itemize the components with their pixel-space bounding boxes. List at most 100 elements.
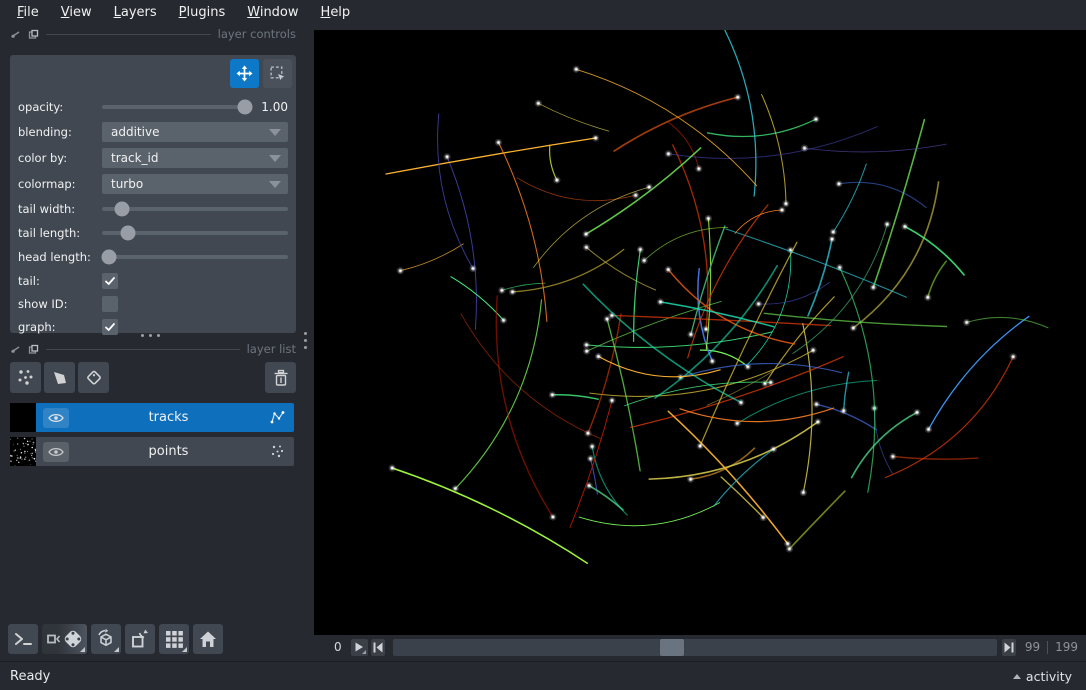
head-length-row: head length: [18,245,288,269]
blending-value: additive [111,125,159,139]
new-labels-layer-button[interactable] [78,362,109,393]
visibility-toggle[interactable] [43,408,69,428]
2d-3d-toggle-icon [46,628,84,650]
graph-label: graph: [18,320,102,334]
float-panel-icon[interactable] [28,344,39,355]
layer-list-titlebar: layer list [10,342,296,356]
hide-panel-icon[interactable] [10,344,21,355]
color-by-row: color by: track_id [18,145,288,171]
layer-controls-titlebar: layer controls [10,27,296,41]
frame-counter: 99 199 [1025,640,1078,654]
opacity-slider[interactable] [102,105,252,109]
opacity-label: opacity: [18,100,102,114]
frame-counter-divider [1047,641,1048,654]
tail-length-slider[interactable] [102,231,288,235]
new-shapes-layer-button[interactable] [44,362,75,393]
blending-row: blending: additive [18,119,288,145]
layer-row-tracks[interactable]: tracks [36,403,294,432]
tail-length-slider-handle[interactable] [121,226,136,241]
activity-button[interactable]: activity [1013,669,1072,684]
visibility-toggle[interactable] [43,442,69,462]
tag-icon [85,369,103,387]
chevron-down-icon [269,155,281,162]
color-by-select[interactable]: track_id [102,148,288,168]
frame-slider-handle[interactable] [660,639,684,656]
check-icon [104,275,116,287]
menu-plugins[interactable]: Plugins [168,2,237,23]
colormap-label: colormap: [18,177,102,191]
layer-row-points[interactable]: points [36,437,294,466]
menu-layers[interactable]: Layers [103,2,168,23]
titlebar-divider [46,34,211,35]
tracks-visualization [314,30,1086,635]
viewer-canvas[interactable] [314,30,1086,635]
skip-to-start-icon [373,642,383,653]
delete-layer-button[interactable] [265,362,296,393]
graph-checkbox[interactable] [102,319,118,335]
float-panel-icon[interactable] [28,29,39,40]
status-message: Ready [10,669,50,684]
dims-slider-row: 0 99 199 [314,635,1086,659]
transform-button[interactable] [263,59,292,88]
viewer-toolbar [8,624,223,654]
play-button[interactable] [351,639,368,656]
colormap-select[interactable]: turbo [102,174,288,194]
opacity-row: opacity: 1.00 [18,95,288,119]
activity-label: activity [1026,669,1072,684]
new-points-layer-button[interactable] [10,362,41,393]
grid-icon [165,630,184,649]
eye-icon [48,446,64,458]
pan-zoom-button[interactable] [230,59,259,88]
layer-list-title: layer list [247,342,296,356]
dock-splitter-handle[interactable] [304,332,307,349]
blending-select[interactable]: additive [102,122,288,142]
points-layer-icon [268,443,286,461]
menu-help[interactable]: Help [310,2,362,23]
tail-length-row: tail length: [18,221,288,245]
ndisplay-toggle-button[interactable] [42,624,87,654]
tail-width-slider[interactable] [102,207,288,211]
menu-window[interactable]: Window [236,2,309,23]
show-id-label: show ID: [18,297,102,311]
frame-slider[interactable] [393,639,997,656]
move-icon [236,65,253,82]
hide-panel-icon[interactable] [10,29,21,40]
chevron-down-icon [269,129,281,136]
polygon-icon [51,369,69,387]
tail-checkbox[interactable] [102,273,118,289]
blending-label: blending: [18,125,102,139]
chevron-up-icon [1013,674,1021,679]
console-icon [14,631,33,647]
panel-resize-handle[interactable] [141,334,160,337]
popup-indicator [362,650,366,654]
trash-icon [272,369,290,387]
last-frame-button[interactable] [1002,639,1016,656]
head-length-slider-handle[interactable] [102,250,117,265]
axis-label: 0 [334,640,342,654]
colormap-value: turbo [111,177,143,191]
show-id-checkbox[interactable] [102,296,118,312]
show-id-row: show ID: [18,292,288,315]
menu-file[interactable]: File [6,2,50,23]
opacity-slider-handle[interactable] [237,100,252,115]
first-frame-button[interactable] [371,639,385,656]
layer-name: points [69,444,268,459]
head-length-label: head length: [18,250,102,264]
console-button[interactable] [8,624,38,654]
tail-row: tail: [18,269,288,292]
layer-controls-title: layer controls [218,27,296,41]
color-by-value: track_id [111,151,159,165]
head-length-slider[interactable] [102,255,288,259]
layer-controls-panel: opacity: 1.00 blending: additive color b… [10,55,296,333]
total-frames: 199 [1055,640,1078,654]
tracks-layer-thumbnail [10,403,36,432]
home-button[interactable] [193,624,223,654]
tail-width-slider-handle[interactable] [115,202,130,217]
transpose-dimensions-button[interactable] [125,624,155,654]
grid-view-button[interactable] [159,624,189,654]
layer-name: tracks [69,410,268,425]
skip-to-end-icon [1004,642,1014,653]
color-by-label: color by: [18,151,102,165]
menu-view[interactable]: View [50,2,103,23]
roll-dimensions-button[interactable] [91,624,121,654]
